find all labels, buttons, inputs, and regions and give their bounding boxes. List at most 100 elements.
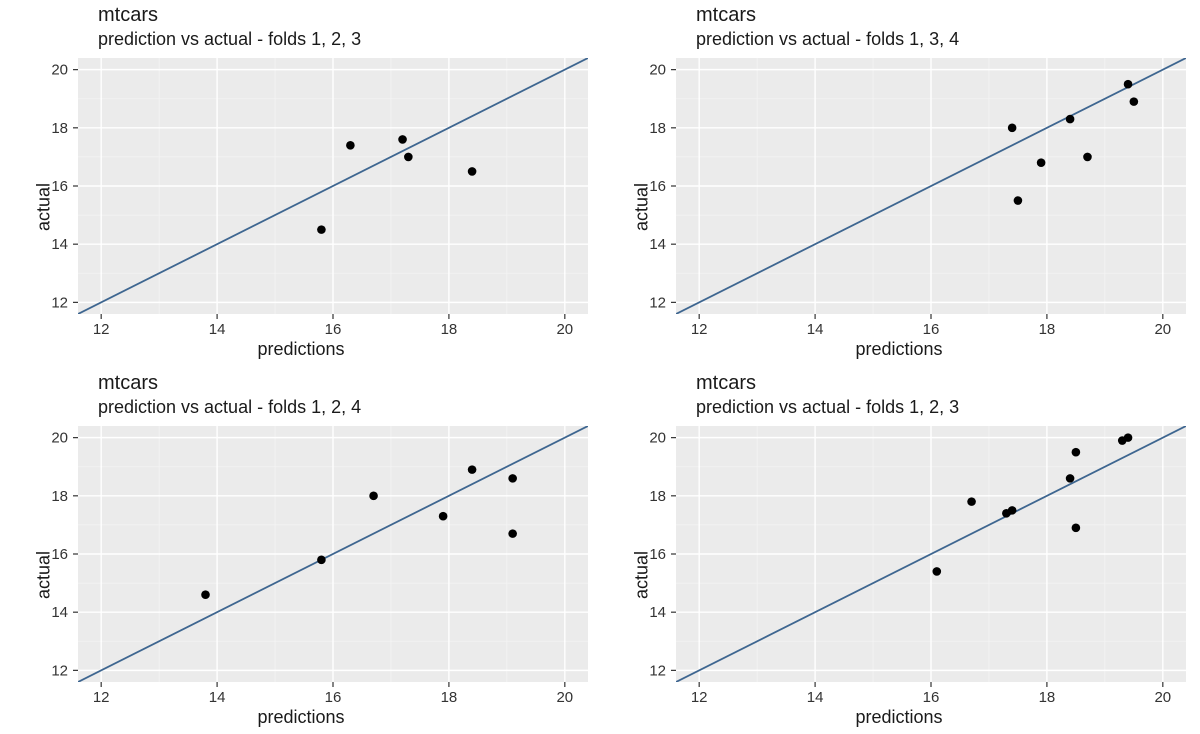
- svg-text:18: 18: [441, 321, 458, 338]
- data-point: [346, 141, 355, 150]
- svg-text:20: 20: [1154, 321, 1171, 338]
- y-tick: 12: [649, 662, 676, 679]
- chart-svg: 12 14 16 18 20 12 14 16 18 20: [6, 420, 596, 730]
- x-tick: 20: [1154, 314, 1171, 338]
- svg-text:12: 12: [93, 321, 110, 338]
- x-tick: 20: [556, 682, 573, 706]
- data-point: [404, 152, 413, 161]
- data-point: [1066, 114, 1075, 123]
- chart-grid: mtcarsprediction vs actual - folds 1, 2,…: [0, 0, 1200, 734]
- data-point: [369, 491, 378, 500]
- chart-titles: mtcarsprediction vs actual - folds 1, 3,…: [604, 4, 1194, 50]
- y-tick: 18: [649, 488, 676, 505]
- x-tick: 12: [691, 314, 708, 338]
- plot-area: actualpredictions12141618201214161820: [604, 420, 1194, 730]
- data-point: [1124, 80, 1133, 89]
- x-tick: 18: [1039, 682, 1056, 706]
- svg-text:12: 12: [51, 294, 68, 311]
- x-tick: 18: [1039, 314, 1056, 338]
- svg-text:18: 18: [51, 488, 68, 505]
- svg-text:16: 16: [325, 321, 342, 338]
- data-point: [1130, 97, 1139, 106]
- data-point: [468, 167, 477, 176]
- svg-text:16: 16: [325, 689, 342, 706]
- data-point: [1008, 123, 1017, 132]
- data-point: [398, 135, 407, 144]
- chart-svg: 12 14 16 18 20 12 14 16 18 20: [604, 420, 1194, 730]
- y-tick: 14: [51, 236, 78, 253]
- data-point: [1014, 196, 1023, 205]
- chart-subtitle: prediction vs actual - folds 1, 2, 4: [98, 397, 596, 418]
- y-tick: 20: [649, 429, 676, 446]
- x-tick: 12: [691, 682, 708, 706]
- data-point: [508, 529, 517, 538]
- svg-text:18: 18: [1039, 689, 1056, 706]
- svg-text:18: 18: [649, 488, 666, 505]
- svg-text:12: 12: [691, 321, 708, 338]
- data-point: [1124, 433, 1133, 442]
- data-point: [1037, 158, 1046, 167]
- y-tick: 12: [51, 662, 78, 679]
- data-point: [201, 590, 210, 599]
- x-tick: 14: [209, 682, 226, 706]
- y-tick: 16: [649, 546, 676, 563]
- y-tick: 18: [51, 488, 78, 505]
- y-tick: 14: [649, 604, 676, 621]
- data-point: [508, 474, 517, 483]
- svg-text:14: 14: [807, 321, 824, 338]
- data-point: [1072, 448, 1081, 457]
- y-tick: 16: [51, 546, 78, 563]
- x-tick: 16: [325, 314, 342, 338]
- y-tick: 18: [649, 120, 676, 137]
- chart-title: mtcars: [98, 4, 596, 27]
- chart-subtitle: prediction vs actual - folds 1, 2, 3: [696, 397, 1194, 418]
- x-tick: 20: [1154, 682, 1171, 706]
- svg-text:18: 18: [441, 689, 458, 706]
- plot-area: actualpredictions12141618201214161820: [604, 52, 1194, 362]
- svg-text:20: 20: [51, 61, 68, 78]
- svg-text:20: 20: [556, 689, 573, 706]
- svg-text:12: 12: [51, 662, 68, 679]
- svg-text:12: 12: [649, 294, 666, 311]
- y-tick: 14: [51, 604, 78, 621]
- y-tick: 14: [649, 236, 676, 253]
- svg-text:12: 12: [691, 689, 708, 706]
- y-axis-label: actual: [632, 167, 653, 247]
- svg-text:14: 14: [209, 321, 226, 338]
- y-tick: 20: [51, 429, 78, 446]
- x-axis-label: predictions: [257, 339, 344, 362]
- x-axis-label: predictions: [855, 339, 942, 362]
- x-tick: 12: [93, 682, 110, 706]
- y-axis-label: actual: [34, 535, 55, 615]
- svg-text:18: 18: [649, 120, 666, 137]
- chart-titles: mtcarsprediction vs actual - folds 1, 2,…: [6, 372, 596, 418]
- x-tick: 18: [441, 682, 458, 706]
- data-point: [1072, 523, 1081, 532]
- svg-text:20: 20: [649, 429, 666, 446]
- y-tick: 18: [51, 120, 78, 137]
- chart-titles: mtcarsprediction vs actual - folds 1, 2,…: [604, 372, 1194, 418]
- data-point: [468, 465, 477, 474]
- x-tick: 20: [556, 314, 573, 338]
- chart-svg: 12141618201214161820: [604, 52, 1194, 362]
- x-tick: 16: [325, 682, 342, 706]
- y-axis-label: actual: [632, 535, 653, 615]
- data-point: [932, 567, 941, 576]
- chart-subtitle: prediction vs actual - folds 1, 3, 4: [696, 29, 1194, 50]
- chart-title: mtcars: [98, 372, 596, 395]
- plot-area: actual predictions 12 14 16 18 20 12 14 16 18 20: [6, 420, 596, 730]
- chart-panel-1: mtcarsprediction vs actual - folds 1, 3,…: [604, 4, 1194, 362]
- chart-title: mtcars: [696, 372, 1194, 395]
- y-tick: 20: [649, 61, 676, 78]
- data-point: [967, 497, 976, 506]
- y-tick: 12: [649, 294, 676, 311]
- x-axis-label: predictions: [257, 707, 344, 730]
- x-tick: 16: [923, 314, 940, 338]
- svg-text:14: 14: [209, 689, 226, 706]
- x-tick: 16: [923, 682, 940, 706]
- x-tick: 14: [807, 682, 824, 706]
- y-tick: 20: [51, 61, 78, 78]
- svg-text:18: 18: [51, 120, 68, 137]
- data-point: [1008, 506, 1017, 515]
- x-tick: 12: [93, 314, 110, 338]
